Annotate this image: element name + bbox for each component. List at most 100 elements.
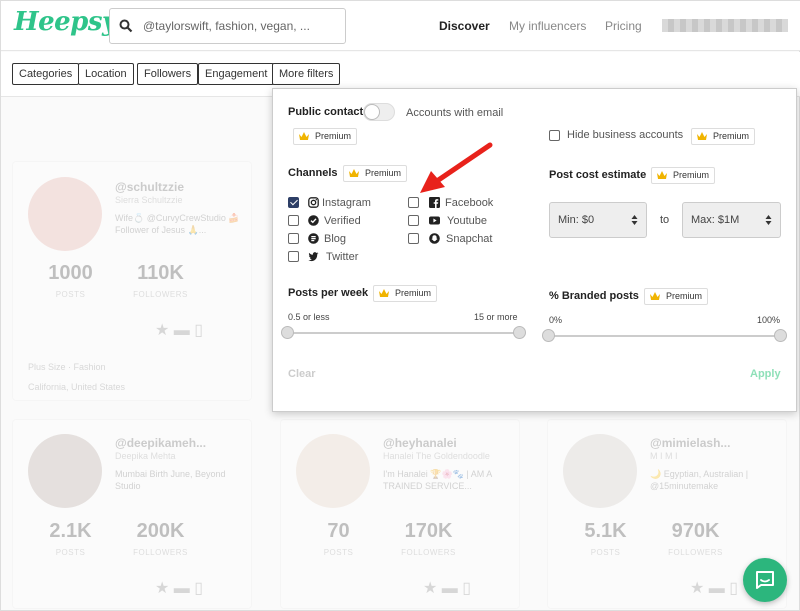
select-arrows-icon	[765, 215, 772, 225]
followers-label: FOLLOWERS	[133, 290, 188, 299]
posts-count: 1000	[48, 262, 93, 284]
premium-badge: Premium	[293, 128, 358, 145]
tag-fashion: Fashion	[73, 362, 106, 372]
ppw-slider-track[interactable]	[287, 332, 519, 334]
card-actions[interactable]: ★ ▬ ▯	[423, 578, 471, 598]
premium-badge: Premium	[691, 128, 756, 145]
posts-label: POSTS	[55, 548, 86, 557]
nav-pricing[interactable]: Pricing	[605, 19, 642, 33]
channel-instagram-checkbox[interactable]	[288, 197, 299, 208]
min-value: Min: $0	[558, 214, 595, 226]
clear-button[interactable]: Clear	[288, 368, 316, 380]
filter-categories-button[interactable]: Categories	[12, 63, 80, 85]
toggle-knob	[364, 104, 380, 120]
crown-icon	[379, 289, 389, 297]
posts-count: 70	[327, 520, 350, 542]
premium-label: Premium	[365, 168, 402, 178]
avatar	[28, 177, 102, 251]
search-box[interactable]	[109, 8, 346, 44]
filter-more-filters-button[interactable]: More filters	[272, 63, 341, 85]
crown-icon	[299, 132, 309, 140]
premium-badge: Premium	[343, 165, 408, 182]
card-actions[interactable]: ★ ▬ ▯	[155, 320, 203, 340]
card-actions[interactable]: ★ ▬ ▯	[690, 578, 738, 598]
youtube-icon	[429, 216, 440, 225]
channel-verified-checkbox[interactable]	[288, 215, 299, 226]
influencer-handle: @schultzzie	[115, 180, 185, 194]
channel-snapchat-label: Snapchat	[446, 233, 493, 245]
chat-launcher-button[interactable]	[743, 558, 787, 602]
search-input[interactable]	[143, 17, 338, 35]
influencer-name: M I M I	[650, 451, 678, 461]
post-cost-max-select[interactable]: Max: $1M	[682, 202, 781, 238]
channel-blog-label: Blog	[324, 233, 347, 245]
branded-slider-max-handle[interactable]	[774, 329, 787, 342]
ppw-min-label: 0.5 or less	[288, 312, 330, 322]
chat-icon	[756, 571, 774, 589]
ppw-slider-min-handle[interactable]	[281, 326, 294, 339]
public-contact-title: Public contact	[288, 106, 364, 118]
channel-snapchat-checkbox[interactable]	[408, 233, 419, 244]
channel-verified-label: Verified	[324, 215, 361, 227]
influencer-bio: I'm Hanalei 🏆🌸🐾 | AM A TRAINED SERVICE..…	[383, 469, 492, 491]
to-label: to	[660, 214, 670, 226]
snapchat-icon	[429, 233, 440, 244]
avatar	[296, 434, 370, 508]
posts-label: POSTS	[55, 290, 86, 299]
premium-label: Premium	[666, 291, 703, 301]
premium-label: Premium	[673, 170, 710, 180]
branded-posts-title: % Branded posts	[549, 290, 639, 302]
hide-business-label: Hide business accounts	[567, 129, 684, 141]
nav-my-influencers[interactable]: My influencers	[509, 19, 586, 33]
verified-icon	[308, 215, 319, 226]
filter-location-button[interactable]: Location	[78, 63, 134, 85]
tag-plus-size: Plus Size	[28, 362, 66, 372]
branded-min-label: 0%	[549, 315, 563, 325]
branded-slider-min-handle[interactable]	[542, 329, 555, 342]
instagram-icon	[308, 197, 319, 208]
search-icon	[119, 19, 133, 33]
influencer-name: Deepika Mehta	[115, 451, 176, 461]
filter-followers-button[interactable]: Followers	[137, 63, 199, 85]
influencer-bio: Wife💍 @CurvyCrewStudio 🍰 Follower of Jes…	[115, 213, 240, 235]
post-cost-min-select[interactable]: Min: $0	[549, 202, 647, 238]
avatar	[563, 434, 637, 508]
channels-title: Channels	[288, 167, 338, 179]
crown-icon	[697, 132, 707, 140]
followers-count: 970K	[671, 520, 720, 542]
avatar	[28, 434, 102, 508]
posts-count: 5.1K	[584, 520, 627, 542]
influencer-bio: 🌙 Egyptian, Australian | @15minutemake	[650, 469, 749, 491]
top-header: Heepsy Discover My influencers Pricing	[1, 1, 800, 51]
apply-button[interactable]: Apply	[750, 368, 781, 380]
nav-discover[interactable]: Discover	[439, 19, 490, 33]
posts-label: POSTS	[323, 548, 354, 557]
followers-count: 170K	[404, 520, 453, 542]
annotation-arrow	[420, 142, 493, 193]
card-actions[interactable]: ★ ▬ ▯	[155, 578, 203, 598]
heepsy-logo[interactable]: Heepsy	[14, 7, 117, 37]
user-account-menu[interactable]	[662, 19, 788, 32]
influencer-card[interactable]: @heyhanalei Hanalei The Goldendoodle I'm…	[280, 419, 520, 609]
channel-youtube-checkbox[interactable]	[408, 215, 419, 226]
channel-blog-checkbox[interactable]	[288, 233, 299, 244]
premium-label: Premium	[315, 131, 352, 141]
ppw-slider-max-handle[interactable]	[513, 326, 526, 339]
influencer-name: Hanalei The Goldendoodle	[383, 451, 490, 461]
influencer-name: Sierra Schultzzie	[115, 195, 183, 205]
channel-facebook-checkbox[interactable]	[408, 197, 419, 208]
branded-slider-track[interactable]	[548, 335, 781, 337]
premium-badge: Premium	[651, 167, 716, 184]
followers-count: 110K	[137, 262, 184, 284]
followers-count: 200K	[136, 520, 185, 542]
influencer-card[interactable]: @schultzzie Sierra Schultzzie Wife💍 @Cur…	[12, 161, 252, 401]
channel-twitter-label: Twitter	[326, 251, 359, 263]
hide-business-checkbox[interactable]	[549, 130, 560, 141]
influencer-card[interactable]: @deepikameh... Deepika Mehta Mumbai Birt…	[12, 419, 252, 609]
filter-engagement-button[interactable]: Engagement	[198, 63, 275, 85]
followers-label: FOLLOWERS	[133, 548, 188, 557]
accounts-with-email-toggle[interactable]	[363, 103, 395, 121]
channel-twitter-checkbox[interactable]	[288, 251, 299, 262]
crown-icon	[657, 171, 667, 179]
crown-icon	[349, 169, 359, 177]
